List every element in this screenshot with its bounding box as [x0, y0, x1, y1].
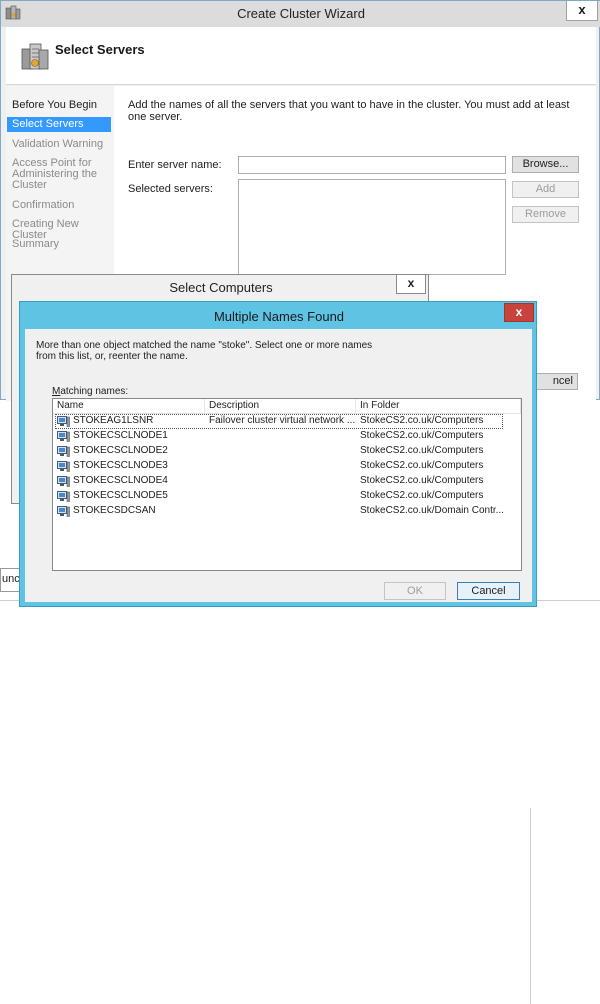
wizard-header: Select Servers — [6, 27, 596, 85]
close-button[interactable]: x — [396, 275, 426, 294]
browse-button[interactable]: Browse... — [512, 156, 579, 173]
multiple-names-found-dialog: Multiple Names Found x More than one obj… — [19, 301, 537, 607]
computer-folder: StokeCS2.co.uk/Computers — [360, 415, 484, 426]
computer-name: STOKECSCLNODE1 — [73, 430, 168, 441]
step-validation-warning: Validation Warning — [12, 138, 104, 150]
list-item[interactable]: STOKECSCLNODE5 StokeCS2.co.uk/Computers — [55, 489, 515, 504]
ok-button[interactable]: OK — [384, 582, 446, 600]
step-select-servers[interactable]: Select Servers — [7, 117, 111, 132]
computer-folder: StokeCS2.co.uk/Computers — [360, 460, 484, 471]
computer-folder: StokeCS2.co.uk/Computers — [360, 445, 484, 456]
list-item[interactable]: STOKEAG1LSNR Failover cluster virtual net… — [55, 414, 503, 429]
list-item[interactable]: STOKECSCLNODE3 StokeCS2.co.uk/Computers — [55, 459, 515, 474]
dialog-title: Select Computers — [169, 280, 273, 295]
computer-icon — [57, 476, 70, 487]
computer-name: STOKECSCLNODE3 — [73, 460, 168, 471]
computer-folder: StokeCS2.co.uk/Domain Contr... — [360, 505, 504, 516]
computer-icon — [57, 446, 70, 457]
selected-servers-label: Selected servers: — [128, 183, 213, 195]
selected-servers-list[interactable] — [238, 179, 506, 275]
step-access-point: Access Point for Administering the Clust… — [12, 157, 97, 191]
list-item[interactable]: STOKECSCLNODE2 StokeCS2.co.uk/Computers — [55, 444, 515, 459]
computer-name: STOKEAG1LSNR — [73, 415, 154, 426]
server-name-label: Enter server name: — [128, 159, 222, 171]
computer-folder: StokeCS2.co.uk/Computers — [360, 430, 484, 441]
window-title: Create Cluster Wizard — [237, 6, 365, 21]
server-name-input[interactable] — [238, 156, 506, 174]
list-item[interactable]: STOKECSCLNODE1 StokeCS2.co.uk/Computers — [55, 429, 515, 444]
remove-button[interactable]: Remove — [512, 206, 579, 223]
column-header-description[interactable]: Description — [205, 399, 356, 414]
computer-name: STOKECSDCSAN — [73, 505, 156, 516]
list-item[interactable]: STOKECSDCSAN StokeCS2.co.uk/Domain Contr.… — [55, 504, 515, 519]
step-confirmation: Confirmation — [12, 199, 75, 211]
matching-names-label: Matching names: — [52, 386, 128, 397]
dialog-client-area: More than one object matched the name "s… — [25, 329, 532, 602]
add-button[interactable]: Add — [512, 181, 579, 198]
step-before-you-begin[interactable]: Before You Begin — [7, 99, 111, 112]
message-text: More than one object matched the name "s… — [36, 340, 373, 362]
matching-names-label-text: atching names: — [60, 386, 129, 397]
computer-icon — [57, 461, 70, 472]
computer-name: STOKECSCLNODE2 — [73, 445, 168, 456]
computer-folder: StokeCS2.co.uk/Computers — [360, 475, 484, 486]
cancel-button[interactable]: Cancel — [457, 582, 520, 600]
computer-icon — [57, 431, 70, 442]
step-summary: Summary — [12, 238, 60, 250]
page-title: Select Servers — [55, 42, 145, 57]
background-panel — [530, 808, 600, 1004]
instruction-text: Add the names of all the servers that yo… — [128, 99, 570, 123]
close-button[interactable]: x — [566, 1, 598, 21]
servers-icon — [19, 40, 51, 72]
close-button[interactable]: x — [504, 303, 534, 322]
dialog-title: Multiple Names Found — [213, 309, 345, 324]
computer-folder: StokeCS2.co.uk/Computers — [360, 490, 484, 501]
column-header-folder[interactable]: In Folder — [356, 399, 521, 414]
computer-icon — [57, 491, 70, 502]
computer-description: Failover cluster virtual network ... — [209, 415, 355, 426]
list-item[interactable]: STOKECSCLNODE4 StokeCS2.co.uk/Computers — [55, 474, 515, 489]
column-header-name[interactable]: Name — [53, 399, 205, 414]
computer-name: STOKECSCLNODE4 — [73, 475, 168, 486]
matching-names-list[interactable]: Name Description In Folder STOKEAG1LSNR F… — [52, 398, 522, 571]
computer-icon — [57, 416, 70, 427]
title-bar[interactable]: Create Cluster Wizard x — [1, 1, 600, 27]
computer-name: STOKECSCLNODE5 — [73, 490, 168, 501]
computer-icon — [57, 506, 70, 517]
